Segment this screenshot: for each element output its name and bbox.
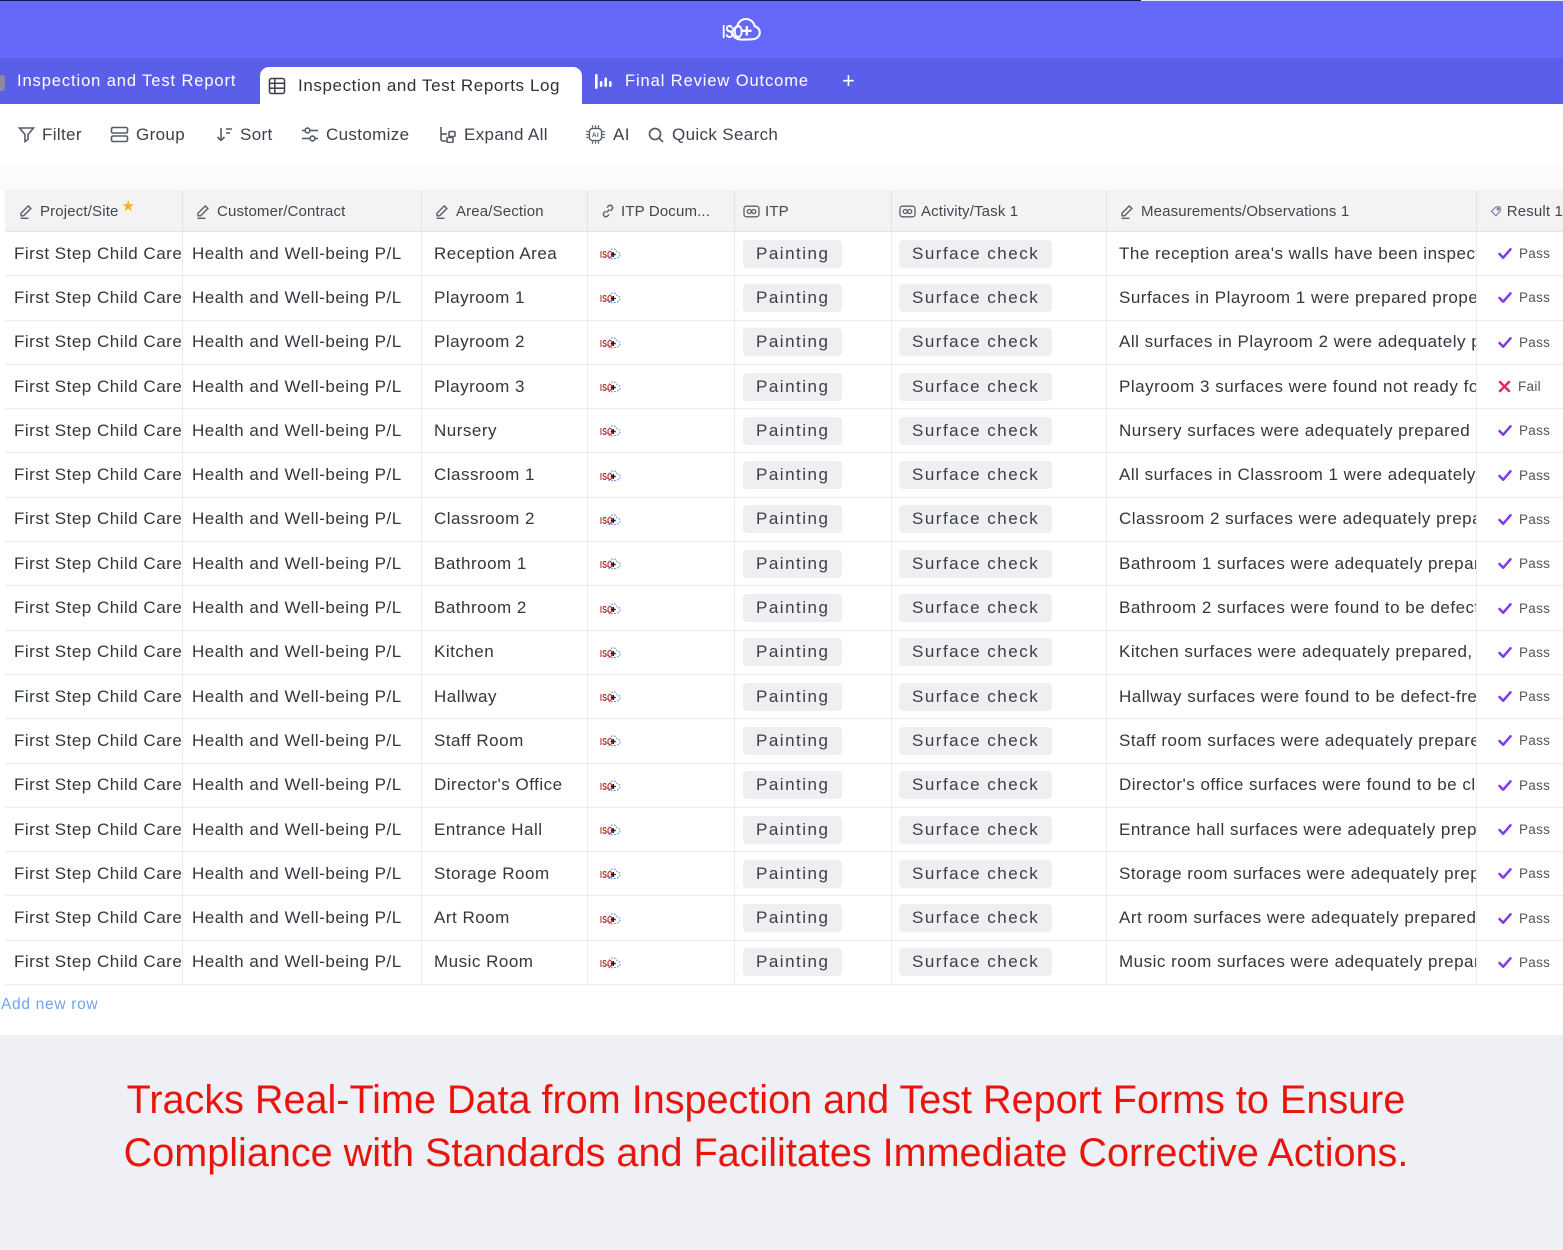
svg-text:ISO: ISO bbox=[600, 605, 613, 616]
svg-text:ISO: ISO bbox=[600, 693, 613, 704]
svg-text:AI: AI bbox=[592, 132, 599, 139]
svg-text:ISO: ISO bbox=[600, 294, 613, 305]
svg-text:ISO: ISO bbox=[600, 427, 613, 438]
svg-text:ISO: ISO bbox=[600, 649, 613, 660]
svg-text:ISO: ISO bbox=[600, 383, 613, 394]
svg-text:ISO: ISO bbox=[600, 472, 613, 483]
svg-text:ISO: ISO bbox=[600, 560, 613, 571]
svg-text:ISO: ISO bbox=[600, 782, 613, 793]
svg-text:ISO: ISO bbox=[600, 516, 613, 527]
svg-text:ISO: ISO bbox=[600, 870, 613, 881]
svg-text:ISO: ISO bbox=[600, 737, 613, 748]
svg-text:ISO: ISO bbox=[600, 915, 613, 926]
svg-text:ISO: ISO bbox=[600, 339, 613, 350]
svg-text:ISO: ISO bbox=[600, 250, 613, 261]
svg-text:ISO: ISO bbox=[600, 959, 613, 970]
svg-text:ISO: ISO bbox=[600, 826, 613, 837]
